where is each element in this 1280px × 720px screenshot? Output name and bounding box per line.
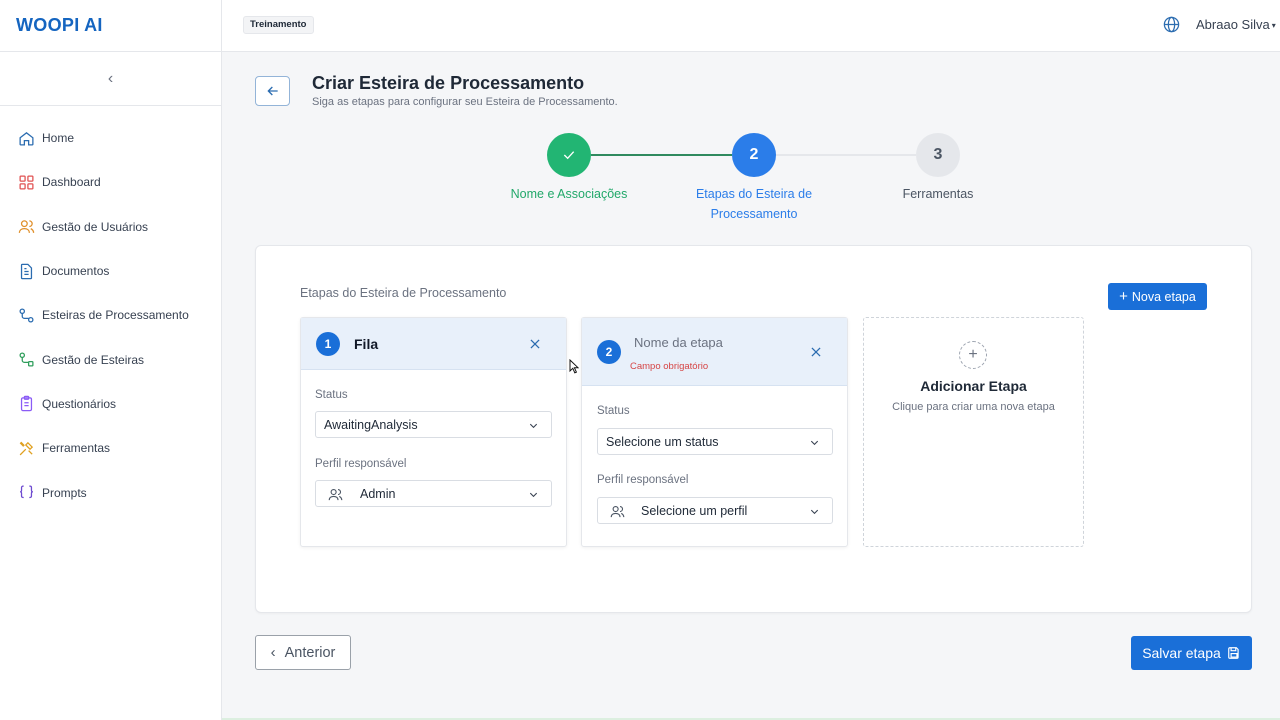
new-stage-button[interactable]: + Nova etapa — [1108, 283, 1207, 310]
sidebar-item-dashboard[interactable]: Dashboard — [0, 160, 221, 204]
caret-down-icon: ▾ — [1271, 21, 1276, 31]
step-1-label: Nome e Associações — [510, 187, 628, 201]
step-1-circle[interactable] — [547, 133, 591, 177]
sidebar-item-label: Home — [42, 131, 75, 146]
page-subtitle: Siga as etapas para configurar seu Estei… — [312, 96, 618, 108]
stepper-connector-pending — [776, 154, 916, 156]
user-name: Abraao Silva — [1196, 17, 1270, 32]
users-icon — [610, 505, 625, 518]
status-placeholder: Selecione um status — [606, 434, 719, 449]
stage-name-input[interactable]: Nome da etapa — [634, 335, 723, 350]
sidebar-collapse-button[interactable]: ‹ — [0, 52, 221, 106]
stages-panel-title: Etapas do Esteira de Processamento — [300, 286, 507, 300]
braces-icon — [17, 484, 35, 502]
environment-badge: Treinamento — [243, 16, 314, 34]
status-select[interactable]: AwaitingAnalysis — [315, 411, 552, 438]
workflow-icon — [17, 306, 35, 324]
check-icon — [563, 151, 575, 160]
stage-card-2: 2 Nome da etapa Campo obrigatório Status… — [581, 317, 848, 547]
sidebar-item-label: Documentos — [42, 264, 110, 279]
topbar: Treinamento Abraao Silva ▾ — [222, 0, 1280, 52]
chevron-down-icon — [810, 440, 819, 446]
step-3-label: Ferramentas — [902, 187, 974, 201]
status-value: AwaitingAnalysis — [324, 417, 418, 432]
add-stage-subtitle: Clique para criar uma nova etapa — [892, 401, 1055, 413]
arrow-left-icon — [266, 86, 278, 96]
previous-label: Anterior — [284, 644, 336, 661]
close-icon[interactable] — [528, 337, 542, 351]
chevron-down-icon — [529, 492, 538, 498]
step-2-label-line1: Etapas do Esteira de — [695, 187, 813, 201]
users-icon — [17, 218, 35, 236]
sidebar: WOOPI AI ‹ Home Dashboard Gestão de Usuá… — [0, 0, 222, 720]
step-3-circle[interactable]: 3 — [916, 133, 960, 177]
stage-card-1: 1 Fila Status AwaitingAnalysis Perfil re… — [300, 317, 567, 547]
dashboard-icon — [17, 173, 35, 191]
add-stage-card[interactable]: + Adicionar Etapa Clique para criar uma … — [863, 317, 1084, 547]
sidebar-item-label: Questionários — [42, 396, 117, 411]
sidebar-item-label: Ferramentas — [42, 441, 111, 456]
stage-number-badge: 2 — [597, 340, 621, 364]
back-button[interactable] — [255, 76, 290, 106]
profile-label: Perfil responsável — [597, 474, 689, 486]
sidebar-item-label: Prompts — [42, 485, 87, 500]
stage-number-badge: 1 — [316, 332, 340, 356]
page-title: Criar Esteira de Processamento — [312, 73, 585, 93]
save-stage-label: Salvar etapa — [1142, 645, 1221, 661]
mouse-cursor-icon — [569, 359, 579, 374]
step-number: 2 — [749, 146, 759, 163]
workflow-manage-icon — [17, 351, 35, 369]
user-menu[interactable]: Abraao Silva ▾ — [1196, 17, 1276, 32]
sidebar-item-questionnaires[interactable]: Questionários — [0, 382, 221, 426]
stepper-connector-done — [591, 154, 732, 156]
sidebar-item-prompts[interactable]: Prompts — [0, 470, 221, 514]
document-icon — [17, 262, 35, 280]
sidebar-item-label: Dashboard — [42, 175, 101, 190]
chevron-down-icon — [529, 423, 538, 429]
previous-button[interactable]: ‹ Anterior — [255, 635, 351, 670]
step-2-label: Etapas do Esteira de Processamento — [674, 184, 834, 224]
step-2-circle[interactable]: 2 — [732, 133, 776, 177]
new-stage-label: Nova etapa — [1131, 289, 1196, 304]
profile-select[interactable]: Admin — [315, 480, 552, 507]
sidebar-item-documents[interactable]: Documentos — [0, 249, 221, 293]
sidebar-item-label: Gestão de Esteiras — [42, 352, 145, 367]
sidebar-nav: Home Dashboard Gestão de Usuários Docume… — [0, 106, 221, 515]
sidebar-item-pipeline-management[interactable]: Gestão de Esteiras — [0, 337, 221, 381]
stage-name-error: Campo obrigatório — [630, 361, 709, 372]
profile-label: Perfil responsável — [315, 458, 407, 470]
stage-name[interactable]: Fila — [354, 336, 378, 352]
sidebar-item-users[interactable]: Gestão de Usuários — [0, 205, 221, 249]
step-number: 3 — [933, 146, 943, 163]
home-icon — [17, 129, 35, 147]
sidebar-item-tools[interactable]: Ferramentas — [0, 426, 221, 470]
chevron-left-icon: ‹ — [107, 69, 114, 87]
sidebar-item-label: Gestão de Usuários — [42, 219, 149, 234]
status-label: Status — [597, 405, 630, 417]
plus-circle-icon: + — [959, 341, 987, 369]
clipboard-icon — [17, 395, 35, 413]
status-select[interactable]: Selecione um status — [597, 428, 833, 455]
sidebar-item-home[interactable]: Home — [0, 116, 221, 160]
add-stage-title: Adicionar Etapa — [920, 378, 1027, 394]
step-2-label-line2: Processamento — [710, 207, 798, 221]
users-icon — [328, 488, 343, 501]
globe-icon[interactable] — [1162, 15, 1181, 34]
stage-header: 1 Fila — [301, 318, 566, 370]
chevron-down-icon — [810, 509, 819, 515]
status-label: Status — [315, 389, 348, 401]
app-logo: WOOPI AI — [0, 0, 221, 52]
sidebar-item-processing-pipelines[interactable]: Esteiras de Processamento — [0, 293, 221, 337]
stage-header: 2 Nome da etapa Campo obrigatório — [582, 318, 847, 386]
close-icon[interactable] — [809, 345, 823, 359]
profile-select[interactable]: Selecione um perfil — [597, 497, 833, 524]
chevron-left-icon: ‹ — [270, 644, 276, 661]
save-stage-button[interactable]: Salvar etapa — [1131, 636, 1252, 670]
tools-icon — [17, 439, 35, 457]
plus-icon: + — [1119, 288, 1128, 305]
sidebar-item-label: Esteiras de Processamento — [42, 308, 189, 323]
save-icon — [1227, 647, 1239, 659]
